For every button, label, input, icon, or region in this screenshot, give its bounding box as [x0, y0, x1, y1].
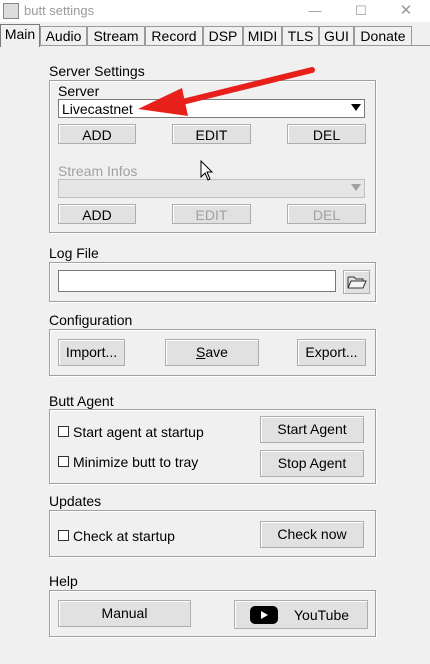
browse-log-button[interactable]	[343, 270, 370, 294]
chevron-down-icon	[351, 104, 361, 111]
start-agent-at-startup-label: Start agent at startup	[73, 424, 204, 440]
stream-infos-label: Stream Infos	[58, 163, 138, 179]
import-button[interactable]: Import...	[58, 339, 125, 366]
export-button[interactable]: Export...	[297, 339, 366, 366]
minimize-to-tray-label: Minimize butt to tray	[73, 454, 199, 470]
tab-tls[interactable]: TLS	[282, 26, 319, 46]
youtube-icon	[250, 606, 278, 624]
save-button[interactable]: Save	[165, 339, 259, 366]
server-label: Server	[58, 83, 100, 99]
tab-audio[interactable]: Audio	[40, 26, 87, 46]
stream-del-button[interactable]: DEL	[287, 204, 366, 224]
minimize-button[interactable]: —	[292, 0, 338, 22]
app-icon	[3, 3, 19, 19]
tab-midi[interactable]: MIDI	[243, 26, 282, 46]
tab-stream[interactable]: Stream	[87, 26, 145, 46]
log-file-heading: Log File	[49, 245, 99, 261]
stream-add-button[interactable]: ADD	[58, 204, 136, 224]
butt-agent-heading: Butt Agent	[49, 393, 114, 409]
server-add-button[interactable]: ADD	[58, 124, 136, 144]
server-edit-button[interactable]: EDIT	[172, 124, 251, 144]
youtube-label: YouTube	[294, 607, 350, 623]
start-agent-at-startup-checkbox[interactable]	[58, 426, 69, 437]
mouse-cursor-icon	[200, 160, 214, 181]
check-now-button[interactable]: Check now	[260, 521, 364, 548]
tab-main[interactable]: Main	[0, 24, 40, 47]
help-heading: Help	[49, 573, 78, 589]
tab-record[interactable]: Record	[145, 26, 203, 46]
annotation-arrow-icon	[138, 67, 315, 116]
server-selected-value: Livecastnet	[62, 101, 133, 117]
configuration-heading: Configuration	[49, 312, 133, 328]
window-title: butt settings	[24, 3, 95, 18]
tab-donate[interactable]: Donate	[354, 26, 412, 46]
check-at-startup-checkbox[interactable]	[58, 530, 69, 541]
tab-gui[interactable]: GUI	[319, 26, 354, 46]
tab-dsp[interactable]: DSP	[203, 26, 243, 46]
server-del-button[interactable]: DEL	[287, 124, 366, 144]
youtube-button[interactable]: YouTube	[234, 600, 368, 629]
maximize-button[interactable]: ☐	[338, 0, 384, 22]
updates-heading: Updates	[49, 493, 102, 509]
chevron-down-icon	[351, 184, 361, 191]
close-button[interactable]: ✕	[383, 0, 429, 22]
start-agent-button[interactable]: Start Agent	[260, 416, 364, 443]
title-bar: butt settings — ☐ ✕	[0, 0, 430, 22]
stop-agent-button[interactable]: Stop Agent	[260, 450, 364, 477]
check-at-startup-label: Check at startup	[73, 528, 175, 544]
log-file-input[interactable]	[58, 270, 336, 292]
minimize-to-tray-checkbox[interactable]	[58, 456, 69, 467]
folder-open-icon	[347, 276, 367, 289]
tab-bar: Main Audio Stream Record DSP MIDI TLS GU…	[0, 24, 430, 47]
manual-button[interactable]: Manual	[58, 600, 191, 627]
stream-edit-button[interactable]: EDIT	[172, 204, 251, 224]
